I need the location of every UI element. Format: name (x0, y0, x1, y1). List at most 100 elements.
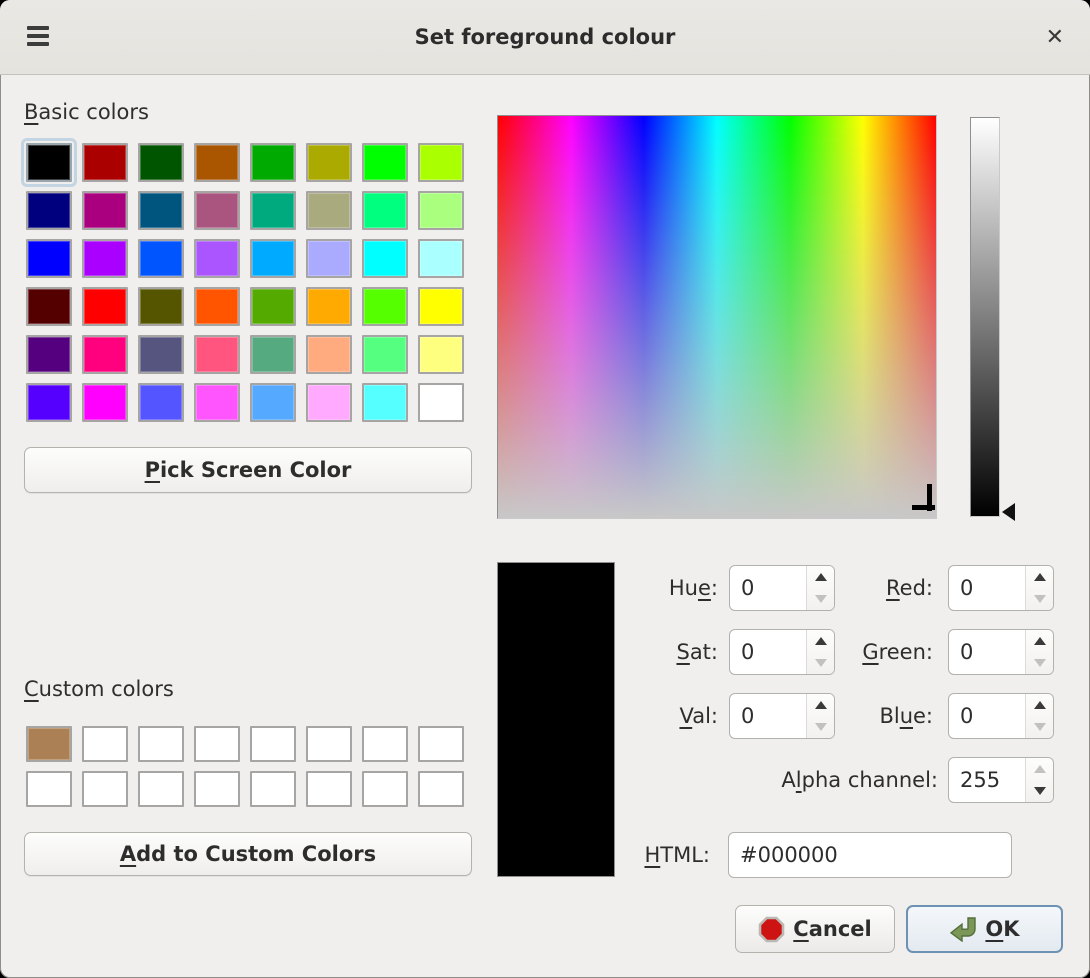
custom-color-swatch[interactable] (418, 726, 464, 762)
basic-color-swatch[interactable] (26, 239, 72, 278)
basic-color-swatch[interactable] (362, 239, 408, 278)
basic-color-swatch[interactable] (250, 143, 296, 182)
custom-color-swatch[interactable] (82, 771, 128, 807)
custom-color-swatch[interactable] (26, 726, 72, 762)
basic-color-swatch[interactable] (26, 143, 72, 182)
basic-color-swatch[interactable] (306, 143, 352, 182)
ok-button[interactable]: OK (906, 905, 1063, 953)
basic-color-swatch[interactable] (418, 143, 464, 182)
hue-value[interactable]: 0 (730, 566, 806, 610)
basic-color-swatch[interactable] (82, 287, 128, 326)
custom-color-swatch[interactable] (194, 771, 240, 807)
green-spinbox[interactable]: 0 (948, 629, 1054, 675)
cancel-button[interactable]: Cancel (735, 905, 895, 953)
blue-spinbox[interactable]: 0 (948, 693, 1054, 739)
basic-color-swatch[interactable] (306, 335, 352, 374)
basic-color-swatch[interactable] (250, 287, 296, 326)
custom-color-swatch[interactable] (194, 726, 240, 762)
basic-color-swatch[interactable] (194, 287, 240, 326)
custom-color-swatch[interactable] (82, 726, 128, 762)
html-color-input[interactable] (728, 832, 1012, 878)
basic-color-swatch[interactable] (362, 191, 408, 230)
pick-screen-color-button[interactable]: Pick Screen Color (24, 447, 472, 493)
add-to-custom-colors-button[interactable]: Add to Custom Colors (24, 832, 472, 876)
basic-color-swatch[interactable] (250, 191, 296, 230)
custom-color-swatch[interactable] (250, 771, 296, 807)
basic-color-swatch[interactable] (26, 335, 72, 374)
basic-color-swatch[interactable] (306, 383, 352, 422)
red-increment-button[interactable] (1026, 566, 1053, 588)
close-icon[interactable]: ✕ (1046, 0, 1064, 75)
basic-color-swatch[interactable] (82, 383, 128, 422)
basic-color-swatch[interactable] (418, 287, 464, 326)
blue-value[interactable]: 0 (949, 694, 1025, 738)
basic-color-swatch[interactable] (194, 239, 240, 278)
cancel-stop-icon (758, 916, 785, 943)
basic-color-swatch[interactable] (418, 191, 464, 230)
basic-color-swatch[interactable] (306, 191, 352, 230)
basic-color-swatch[interactable] (250, 335, 296, 374)
basic-color-swatch[interactable] (194, 191, 240, 230)
basic-color-swatch[interactable] (26, 383, 72, 422)
alpha-spinbox[interactable]: 255 (948, 757, 1054, 803)
arrow-down-icon (1034, 595, 1046, 603)
basic-color-swatch[interactable] (138, 239, 184, 278)
titlebar: Set foreground colour ✕ (0, 0, 1090, 75)
custom-color-swatch[interactable] (418, 771, 464, 807)
custom-color-swatch[interactable] (138, 726, 184, 762)
basic-color-swatch[interactable] (306, 239, 352, 278)
basic-color-grid (26, 143, 464, 422)
val-value[interactable]: 0 (730, 694, 806, 738)
custom-color-swatch[interactable] (306, 771, 352, 807)
basic-color-swatch[interactable] (138, 335, 184, 374)
custom-color-swatch[interactable] (362, 726, 408, 762)
color-dialog-window: Set foreground colour ✕ Basic colors Pic… (0, 0, 1090, 978)
green-label: Green: (800, 629, 933, 675)
basic-color-swatch[interactable] (418, 239, 464, 278)
custom-color-swatch[interactable] (362, 771, 408, 807)
arrow-up-icon (1034, 701, 1046, 709)
basic-color-swatch[interactable] (418, 335, 464, 374)
basic-color-swatch[interactable] (138, 143, 184, 182)
alpha-value[interactable]: 255 (949, 758, 1025, 802)
basic-color-swatch[interactable] (138, 191, 184, 230)
basic-color-swatch[interactable] (250, 383, 296, 422)
basic-color-swatch[interactable] (418, 383, 464, 422)
green-decrement-button[interactable] (1026, 652, 1053, 674)
red-decrement-button[interactable] (1026, 588, 1053, 610)
basic-color-swatch[interactable] (26, 191, 72, 230)
red-spinbox[interactable]: 0 (948, 565, 1054, 611)
basic-color-swatch[interactable] (138, 383, 184, 422)
basic-color-swatch[interactable] (194, 383, 240, 422)
basic-color-swatch[interactable] (82, 239, 128, 278)
basic-color-swatch[interactable] (250, 239, 296, 278)
basic-color-swatch[interactable] (362, 335, 408, 374)
basic-color-swatch[interactable] (362, 383, 408, 422)
value-slider-arrow[interactable] (1002, 503, 1015, 521)
sat-value[interactable]: 0 (730, 630, 806, 674)
basic-color-swatch[interactable] (194, 335, 240, 374)
custom-color-swatch[interactable] (26, 771, 72, 807)
basic-color-swatch[interactable] (138, 287, 184, 326)
alpha-increment-button[interactable] (1026, 758, 1053, 780)
green-increment-button[interactable] (1026, 630, 1053, 652)
green-value[interactable]: 0 (949, 630, 1025, 674)
alpha-decrement-button[interactable] (1026, 780, 1053, 802)
blue-decrement-button[interactable] (1026, 716, 1053, 738)
custom-color-swatch[interactable] (138, 771, 184, 807)
basic-color-swatch[interactable] (362, 143, 408, 182)
red-value[interactable]: 0 (949, 566, 1025, 610)
hue-sat-picker[interactable] (497, 115, 937, 519)
basic-color-swatch[interactable] (26, 287, 72, 326)
blue-increment-button[interactable] (1026, 694, 1053, 716)
basic-color-swatch[interactable] (82, 143, 128, 182)
basic-color-swatch[interactable] (194, 143, 240, 182)
custom-color-swatch[interactable] (250, 726, 296, 762)
value-slider[interactable] (970, 117, 1000, 517)
basic-color-swatch[interactable] (306, 287, 352, 326)
basic-color-swatch[interactable] (362, 287, 408, 326)
red-label: Red: (800, 565, 933, 611)
basic-color-swatch[interactable] (82, 191, 128, 230)
basic-color-swatch[interactable] (82, 335, 128, 374)
custom-color-swatch[interactable] (306, 726, 352, 762)
